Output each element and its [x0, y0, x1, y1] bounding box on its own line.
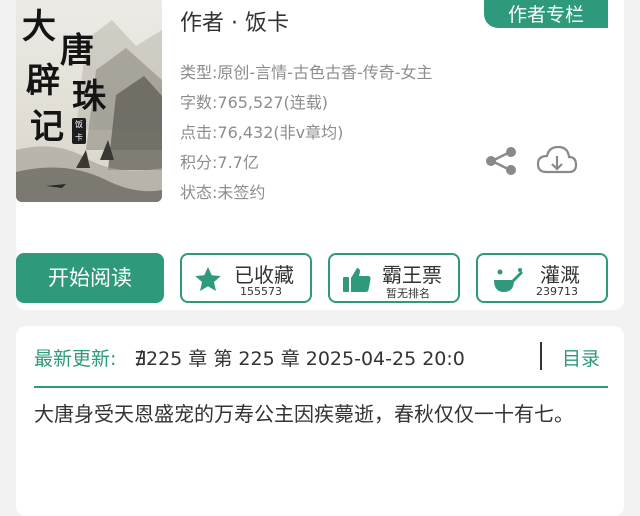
word-count: 字数:765,527(连载)	[180, 93, 329, 112]
vote-button[interactable]: 霸王票 暂无排名	[328, 253, 460, 303]
author-column-button[interactable]: 作者专栏	[484, 0, 608, 28]
author-name[interactable]: 作者 · 饭卡	[180, 5, 289, 37]
vote-rank: 暂无排名	[386, 287, 430, 300]
points: 积分:7.7亿	[180, 153, 259, 172]
book-type: 类型:原创-言情-古色古香-传奇-女主	[180, 63, 433, 82]
star-icon	[195, 267, 221, 291]
vote-label: 霸王票	[382, 263, 442, 287]
cover-title-char: 珠	[72, 77, 106, 117]
cover-stamp: 饭卡	[72, 118, 86, 144]
book-introduction: 大唐身受天恩盛宠的万寿公主因疾薨逝，春秋仅仅一十有七。	[34, 402, 574, 426]
watering-icon	[494, 268, 524, 292]
download-icon[interactable]	[536, 144, 578, 178]
start-reading-button[interactable]: 开始阅读	[16, 253, 164, 303]
thumbs-up-icon	[343, 268, 371, 292]
share-icon[interactable]	[484, 146, 518, 176]
water-label: 灌溉	[540, 263, 580, 287]
collect-count: 155573	[240, 285, 282, 298]
table-of-contents-link[interactable]: 目录	[562, 344, 600, 371]
collect-label: 已收藏	[234, 263, 294, 287]
book-cover[interactable]: 大 唐 辟 珠 记 饭卡	[16, 0, 162, 202]
cover-title-char: 记	[30, 107, 64, 147]
cover-title-char: 辟	[26, 61, 60, 101]
sign-status: 状态:未签约	[180, 183, 266, 202]
water-button[interactable]: 灌溉 239713	[476, 253, 608, 303]
click-count: 点击:76,432(非v章均)	[180, 123, 344, 142]
update-card: 最新更新: ∄225 章 第 225 章 2025-04-25 20:0 目录 …	[16, 326, 624, 516]
collect-button[interactable]: 已收藏 155573	[180, 253, 312, 303]
cover-title-char: 唐	[60, 31, 94, 71]
section-divider	[34, 386, 608, 388]
cover-title-char: 大	[22, 7, 56, 47]
water-count: 239713	[536, 285, 578, 298]
divider	[540, 342, 542, 370]
latest-chapter-link[interactable]: ∄225 章 第 225 章 2025-04-25 20:0	[134, 344, 465, 371]
latest-update-label: 最新更新:	[34, 348, 117, 370]
